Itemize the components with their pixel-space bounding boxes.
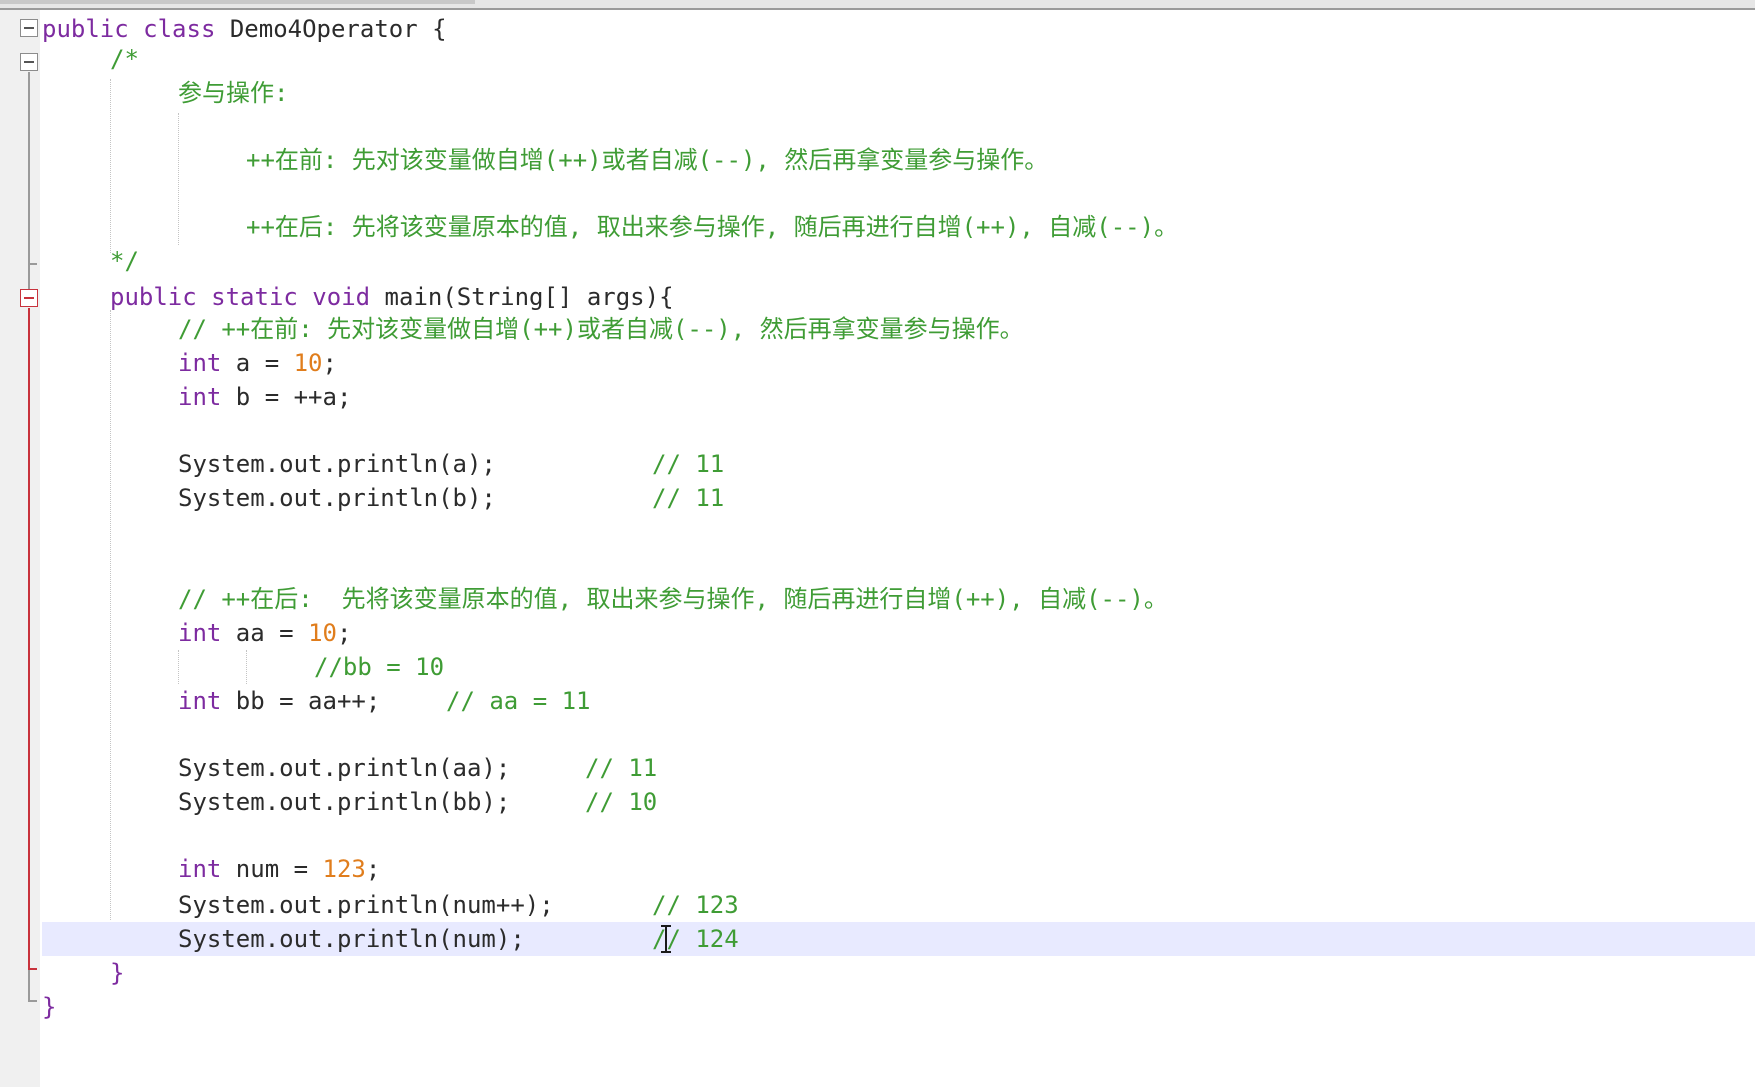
code-line[interactable]: } [42,956,124,990]
code-line[interactable]: System.out.println(aa); // 11 [42,751,657,785]
code-text: bb = aa++; [221,687,381,715]
code-line[interactable]: //bb = 10 [42,650,444,684]
code-line[interactable]: int b = ++a; [42,380,351,414]
code-line[interactable]: 参与操作: [42,76,288,110]
code-text: b = ++a; [221,383,352,411]
comment: // 11 [652,484,725,512]
code-text: num = [221,855,323,883]
code-text: System.out.println(num++); [178,891,554,919]
comment: // ++在前: 先对该变量做自增(++)或者自减(--), 然后再拿变量参与操… [178,315,1024,343]
code-line[interactable]: ++在前: 先对该变量做自增(++)或者自减(--), 然后再拿变量参与操作。 [42,143,1048,177]
code-line[interactable]: */ [42,244,139,278]
comment: // 11 [585,754,658,782]
code-line[interactable]: // ++在后: 先将该变量原本的值, 取出来参与操作, 随后再进行自增(++)… [42,582,1168,616]
code-editor[interactable]: public class Demo4Operator { /* 参与操作: ++… [0,0,1755,1087]
comment: // 10 [585,788,658,816]
code-line[interactable]: ++在后: 先将该变量原本的值, 取出来参与操作, 随后再进行自增(++), 自… [42,210,1178,244]
fold-main-icon[interactable] [20,289,38,307]
fold-comment-icon[interactable] [20,53,38,71]
code-line[interactable]: // ++在前: 先对该变量做自增(++)或者自减(--), 然后再拿变量参与操… [42,312,1024,346]
code-text: ; [322,349,337,377]
code-line[interactable]: int num = 123; [42,852,380,886]
code-line[interactable]: System.out.println(a); // 11 [42,447,724,481]
code-line[interactable]: public static void main(String[] args){ [42,280,674,314]
brace: } [42,993,57,1021]
fold-class-icon[interactable] [20,19,38,37]
code-text: aa = [221,619,309,647]
code-line[interactable]: System.out.println(bb); // 10 [42,785,657,819]
comment: ++在前: 先对该变量做自增(++)或者自减(--), 然后再拿变量参与操作。 [246,146,1049,174]
code-text: System.out.println(a); [178,450,496,478]
comment: // 11 [652,450,725,478]
code-text: ; [336,619,352,647]
number-literal: 10 [293,349,323,377]
code-line[interactable]: /* [42,42,139,76]
fold-main-line [28,308,30,970]
fold-class-line-upper [28,264,30,289]
code-text: System.out.println(b); [178,484,496,512]
comment: ++在后: 先将该变量原本的值, 取出来参与操作, 随后再进行自增(++), 自… [246,213,1179,241]
code-text: main(String[] args){ [370,283,674,311]
code-line[interactable]: System.out.println(num++); // 123 [42,888,739,922]
code-line[interactable]: int a = 10; [42,346,337,380]
comment: // ++在后: 先将该变量原本的值, 取出来参与操作, 随后再进行自增(++)… [178,585,1168,613]
code-line[interactable]: public class Demo4Operator { [42,12,447,46]
keyword: public class [42,15,216,43]
brace: } [110,959,125,987]
code-text: System.out.println(bb); [178,788,511,816]
code-text: System.out.println(aa); [178,754,511,782]
code-text: a = [221,349,294,377]
keyword: int [178,619,222,647]
code-text: System.out.println(num); [178,925,525,953]
comment: /* [110,45,139,73]
code-line[interactable]: int bb = aa++; // aa = 11 [42,684,591,718]
code-text: Demo4Operator { [215,15,447,43]
keyword: int [178,349,222,377]
code-line[interactable]: } [42,990,56,1024]
keyword: int [178,855,222,883]
code-text: ; [365,855,381,883]
code-line-current[interactable]: System.out.println(num);// 124 [42,922,739,956]
comment: 参与操作: [178,79,289,107]
keyword: int [178,687,222,715]
editor-gutter [0,10,40,1087]
code-line[interactable]: int aa = 10; [42,616,351,650]
comment: // 123 [652,891,739,919]
fold-class-line-lower [28,970,30,1001]
text-cursor-icon [661,925,671,953]
keyword: public static void [110,283,371,311]
comment: // aa = 11 [446,687,591,715]
code-line[interactable]: System.out.println(b); // 11 [42,481,724,515]
tab-strip [0,0,475,4]
number-literal: 10 [308,619,337,647]
comment: //bb = 10 [314,653,445,681]
keyword: int [178,383,222,411]
fold-class-end [28,1000,37,1002]
number-literal: 123 [322,855,366,883]
fold-comment-line [28,72,30,264]
comment: */ [110,247,139,275]
